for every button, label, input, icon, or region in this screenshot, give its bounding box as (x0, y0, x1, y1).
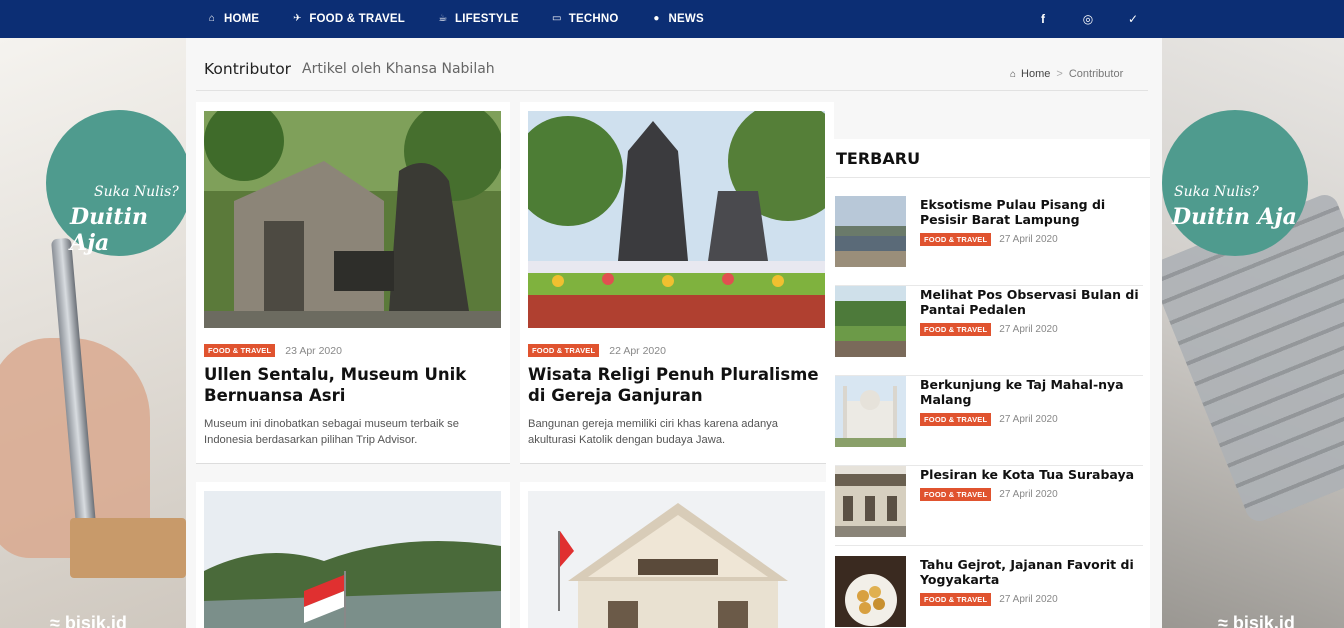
banner-tagline-small: Suka Nulis? (94, 184, 179, 200)
nav-food-travel[interactable]: ✈ FOOD & TRAVEL (291, 13, 405, 25)
coffee-icon: ☕ (438, 13, 448, 24)
banner-circle (1162, 110, 1308, 256)
category-badge[interactable]: FOOD & TRAVEL (204, 344, 276, 357)
sidebar-item-date: 27 April 2020 (999, 234, 1058, 245)
nav-news-label: NEWS (668, 13, 704, 25)
sidebar-thumbnail[interactable] (835, 286, 906, 357)
post-excerpt: Bangunan gereja memiliki ciri khas karen… (528, 418, 778, 446)
breadcrumb-current: Contributor (1068, 68, 1124, 80)
sidebar-item[interactable]: Melihat Pos Observasi Bulan di Pantai Pe… (835, 286, 1143, 376)
sidebar-item-meta: FOOD & TRAVEL 27 April 2020 (920, 323, 1058, 336)
breadcrumb-separator: > (1056, 68, 1063, 80)
post-card[interactable] (196, 482, 510, 628)
banner-tagline-big: Duitin Aja (1172, 204, 1297, 230)
nav-home[interactable]: ⌂ HOME (206, 13, 259, 25)
category-badge[interactable]: FOOD & TRAVEL (920, 323, 992, 336)
left-ad-banner[interactable]: Suka Nulis? Duitin Aja ≈ bisik.id (0, 38, 186, 628)
sidebar-item-date: 27 April 2020 (999, 489, 1058, 500)
sidebar-item-title[interactable]: Plesiran ke Kota Tua Surabaya (920, 467, 1140, 482)
plane-icon: ✈ (293, 13, 302, 24)
post-meta: FOOD & TRAVEL 22 Apr 2020 (528, 344, 666, 357)
sidebar-item[interactable]: Eksotisme Pulau Pisang di Pesisir Barat … (835, 196, 1143, 286)
post-thumbnail[interactable] (528, 111, 825, 328)
post-title[interactable]: Wisata Religi Penuh Pluralisme di Gereja… (528, 364, 828, 406)
post-card[interactable] (520, 482, 834, 628)
globe-icon: ● (653, 13, 660, 24)
post-thumbnail[interactable] (528, 491, 825, 628)
sidebar-item[interactable]: Plesiran ke Kota Tua Surabaya FOOD & TRA… (835, 466, 1143, 546)
sidebar-item-title[interactable]: Melihat Pos Observasi Bulan di Pantai Pe… (920, 287, 1140, 317)
right-ad-banner[interactable]: Suka Nulis? Duitin Aja ≈ bisik.id (1162, 38, 1344, 628)
nav-news[interactable]: ● NEWS (651, 13, 704, 25)
breadcrumb: ⌂ Home > Contributor (1010, 68, 1123, 80)
post-excerpt: Museum ini dinobatkan sebagai museum ter… (204, 418, 459, 446)
main-content: Kontributor Artikel oleh Khansa Nabilah … (186, 38, 1162, 628)
sidebar-item-date: 27 April 2020 (999, 594, 1058, 605)
sidebar-item[interactable]: Tahu Gejrot, Jajanan Favorit di Yogyakar… (835, 556, 1143, 628)
twitter-icon[interactable]: ✓ (1123, 0, 1143, 38)
nav-lifestyle[interactable]: ☕ LIFESTYLE (437, 13, 519, 25)
top-navbar: ⌂ HOME ✈ FOOD & TRAVEL ☕ LIFESTYLE ▭ TECHNO … (0, 0, 1344, 38)
sidebar-item-title[interactable]: Eksotisme Pulau Pisang di Pesisir Barat … (920, 197, 1140, 227)
facebook-icon[interactable]: f (1033, 0, 1053, 38)
home-icon: ⌂ (1010, 68, 1017, 80)
notebook-illustration (70, 518, 186, 578)
banner-tagline-big: Duitin Aja (70, 204, 148, 256)
page-subtitle: Artikel oleh Khansa Nabilah (302, 61, 495, 77)
divider (826, 177, 1150, 178)
sidebar-latest: TERBARU Eksotisme Pulau Pisang di Pesisi… (826, 139, 1150, 628)
category-badge[interactable]: FOOD & TRAVEL (920, 413, 992, 426)
sidebar-thumbnail[interactable] (835, 466, 906, 537)
sidebar-item-meta: FOOD & TRAVEL 27 April 2020 (920, 413, 1058, 426)
sidebar-thumbnail[interactable] (835, 376, 906, 447)
post-meta: FOOD & TRAVEL 23 Apr 2020 (204, 344, 342, 357)
sidebar-thumbnail[interactable] (835, 196, 906, 267)
category-badge[interactable]: FOOD & TRAVEL (920, 233, 992, 246)
post-thumbnail[interactable] (204, 111, 501, 328)
nav-lifestyle-label: LIFESTYLE (454, 13, 519, 25)
home-icon: ⌂ (208, 13, 216, 24)
sidebar-item-title[interactable]: Tahu Gejrot, Jajanan Favorit di Yogyakar… (920, 557, 1140, 587)
instagram-icon[interactable]: ◎ (1078, 0, 1098, 38)
post-card[interactable]: FOOD & TRAVEL 22 Apr 2020 Wisata Religi … (520, 102, 834, 464)
banner-tagline-small: Suka Nulis? (1174, 184, 1259, 200)
nav-food-travel-label: FOOD & TRAVEL (309, 13, 405, 25)
post-title[interactable]: Ullen Sentalu, Museum Unik Bernuansa Asr… (204, 364, 504, 406)
banner-logo: ≈ bisik.id (1218, 613, 1295, 628)
page-title: Kontributor (204, 60, 292, 78)
sidebar-item[interactable]: Berkunjung ke Taj Mahal-nya Malang FOOD … (835, 376, 1143, 466)
banner-logo: ≈ bisik.id (50, 613, 127, 628)
category-badge[interactable]: FOOD & TRAVEL (920, 488, 992, 501)
post-date: 23 Apr 2020 (285, 344, 342, 357)
nav-home-label: HOME (224, 13, 260, 25)
sidebar-item-meta: FOOD & TRAVEL 27 April 2020 (920, 488, 1058, 501)
breadcrumb-home[interactable]: Home (1021, 68, 1050, 80)
sidebar-item-date: 27 April 2020 (999, 414, 1058, 425)
monitor-icon: ▭ (551, 13, 562, 24)
category-badge[interactable]: FOOD & TRAVEL (920, 593, 992, 606)
nav-techno[interactable]: ▭ TECHNO (551, 13, 619, 25)
nav-techno-label: TECHNO (568, 13, 619, 25)
main-menu: ⌂ HOME ✈ FOOD & TRAVEL ☕ LIFESTYLE ▭ TECHNO … (206, 0, 736, 38)
post-card[interactable]: FOOD & TRAVEL 23 Apr 2020 Ullen Sentalu,… (196, 102, 510, 464)
sidebar-item-meta: FOOD & TRAVEL 27 April 2020 (920, 593, 1058, 606)
sidebar-item-meta: FOOD & TRAVEL 27 April 2020 (920, 233, 1058, 246)
sidebar-item-title[interactable]: Berkunjung ke Taj Mahal-nya Malang (920, 377, 1140, 407)
post-date: 22 Apr 2020 (609, 344, 666, 357)
sidebar-item-date: 27 April 2020 (999, 324, 1058, 335)
divider (196, 90, 1148, 91)
sidebar-title: TERBARU (836, 149, 921, 168)
category-badge[interactable]: FOOD & TRAVEL (528, 344, 600, 357)
sidebar-thumbnail[interactable] (835, 556, 906, 627)
post-thumbnail[interactable] (204, 491, 501, 628)
